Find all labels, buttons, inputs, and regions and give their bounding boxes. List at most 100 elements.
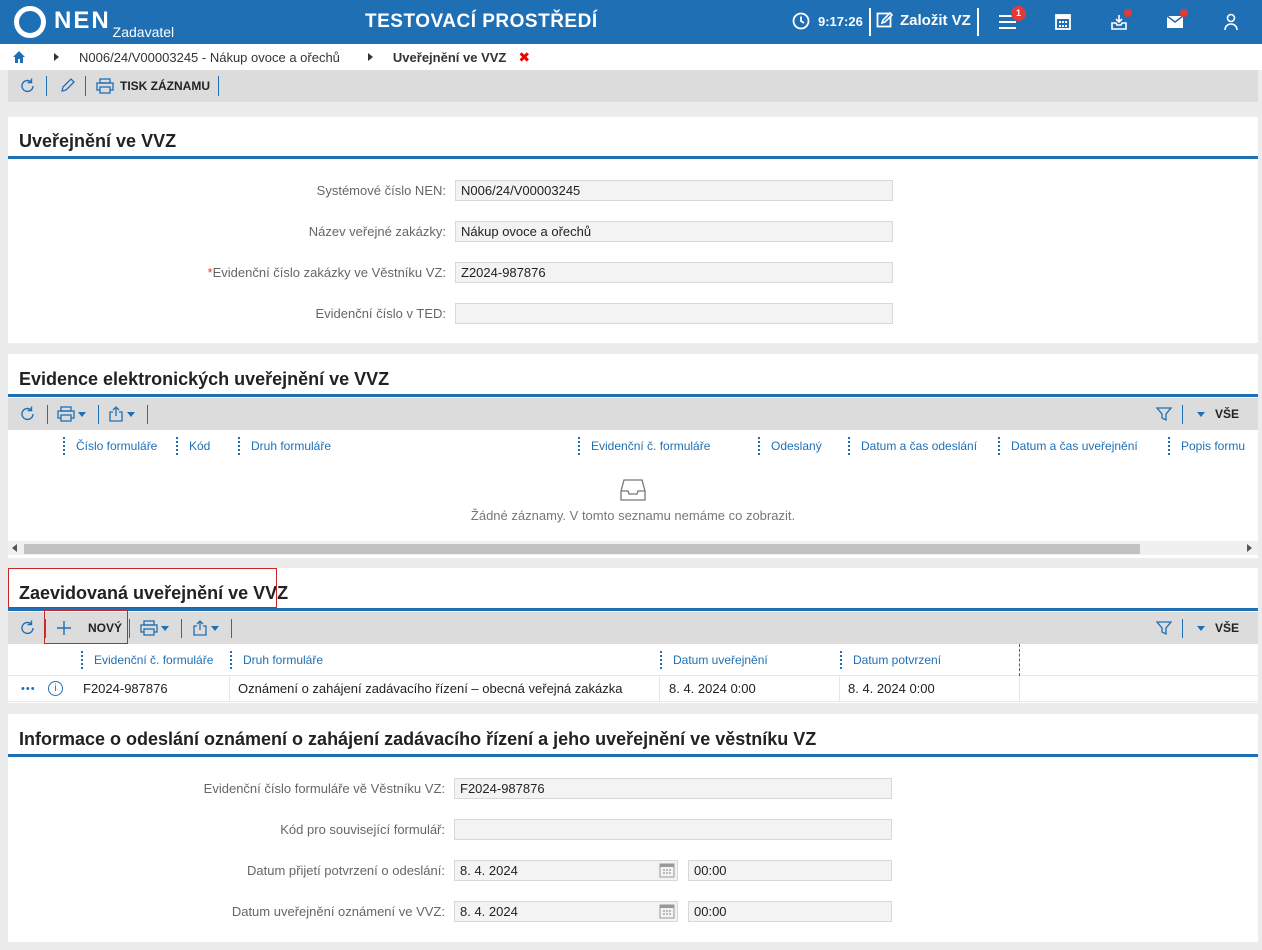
table-header: Číslo formuláře Kód Druh formuláře Evide… bbox=[8, 430, 1258, 462]
mail-icon bbox=[1166, 15, 1184, 28]
horizontal-scrollbar[interactable] bbox=[8, 541, 1258, 555]
breadcrumb-current: Uveřejnění ve VVZ bbox=[392, 49, 507, 65]
notice-info-panel: Informace o odeslání oznámení o zahájení… bbox=[8, 714, 1258, 942]
edit-button[interactable] bbox=[57, 76, 77, 96]
print-list-dropdown[interactable] bbox=[57, 404, 86, 424]
row-actions-button[interactable]: ••• bbox=[21, 676, 36, 702]
receipt-time-field[interactable]: 00:00 bbox=[688, 860, 892, 881]
filter-icon bbox=[1156, 407, 1172, 422]
user-button[interactable] bbox=[1219, 10, 1243, 34]
form-type-cell: Oznámení o zahájení zadávacího řízení – … bbox=[238, 681, 623, 696]
nen-logo[interactable]: NEN Zadavatel bbox=[14, 6, 174, 40]
toolbar-divider bbox=[98, 405, 99, 424]
scrollbar-thumb[interactable] bbox=[24, 544, 1140, 554]
printer-icon bbox=[57, 406, 75, 422]
breadcrumb-procurement-link[interactable]: N006/24/V00003245 - Nákup ovoce a ořechů bbox=[79, 50, 340, 65]
section-title: Informace o odeslání oznámení o zahájení… bbox=[19, 729, 817, 749]
mail-button[interactable] bbox=[1163, 9, 1188, 34]
form-row: Evidenční číslo formuláře vě Věstníku VZ… bbox=[8, 778, 1258, 800]
filter-button[interactable] bbox=[1156, 404, 1172, 424]
table-header: Evidenční č. formuláře Druh formuláře Da… bbox=[8, 644, 1258, 676]
column-grip-icon bbox=[758, 437, 761, 455]
column-grip-icon bbox=[998, 437, 1001, 455]
pencil-icon bbox=[61, 78, 75, 92]
list-toolbar: NOVÝ VŠE bbox=[8, 610, 1258, 644]
column-header[interactable]: Datum a čas odeslání bbox=[848, 430, 996, 462]
print-record-button[interactable]: TISK ZÁZNAMU bbox=[96, 76, 210, 96]
printer-icon bbox=[140, 620, 158, 636]
refresh-list-button[interactable] bbox=[19, 404, 37, 424]
column-header[interactable]: Druh formuláře bbox=[238, 430, 576, 462]
filter-all-dropdown[interactable]: VŠE bbox=[1197, 404, 1239, 424]
column-header[interactable]: Číslo formuláře bbox=[63, 430, 173, 462]
breadcrumb-chevron-icon bbox=[54, 53, 59, 61]
toolbar-divider bbox=[1182, 405, 1183, 424]
publication-time-field[interactable]: 00:00 bbox=[688, 901, 892, 922]
export-list-dropdown[interactable] bbox=[108, 404, 135, 424]
cell-divider bbox=[839, 676, 840, 702]
scroll-left-icon[interactable] bbox=[12, 544, 17, 552]
calendar-icon[interactable] bbox=[659, 862, 675, 878]
printer-icon bbox=[96, 78, 114, 94]
field-label-text: Evidenční číslo zakázky ve Věstníku VZ: bbox=[212, 265, 446, 280]
toolbar-divider bbox=[218, 76, 219, 96]
vvz-contract-number-field[interactable]: Z2024-987876 bbox=[455, 262, 893, 283]
receipt-date-field[interactable]: 8. 4. 2024 bbox=[454, 860, 678, 881]
related-form-code-field[interactable] bbox=[454, 819, 892, 840]
filter-all-label: VŠE bbox=[1215, 407, 1240, 421]
inbox-button[interactable] bbox=[1107, 9, 1132, 34]
logo-text: NEN bbox=[54, 7, 111, 34]
column-grip-icon bbox=[176, 437, 179, 455]
create-procurement-button[interactable]: Založit VZ bbox=[876, 11, 971, 29]
column-grip-icon bbox=[63, 437, 66, 455]
toolbar-divider bbox=[85, 76, 86, 96]
filter-all-dropdown[interactable]: VŠE bbox=[1197, 618, 1239, 638]
calendar-icon[interactable] bbox=[659, 903, 675, 919]
field-label: Evidenční číslo v TED: bbox=[315, 306, 446, 321]
export-list-dropdown[interactable] bbox=[192, 618, 219, 638]
filter-icon bbox=[1156, 621, 1172, 636]
column-grip-icon bbox=[578, 437, 581, 455]
column-header[interactable]: Odeslaný bbox=[758, 430, 846, 462]
column-grip-icon bbox=[81, 651, 84, 669]
print-list-dropdown[interactable] bbox=[140, 618, 169, 638]
scroll-right-icon[interactable] bbox=[1247, 544, 1252, 552]
system-number-field[interactable]: N006/24/V00003245 bbox=[455, 180, 893, 201]
field-label: *Evidenční číslo zakázky ve Věstníku VZ: bbox=[208, 265, 446, 280]
column-header[interactable]: Kód bbox=[176, 430, 236, 462]
toolbar-divider bbox=[46, 76, 47, 96]
column-header[interactable]: Popis formu bbox=[1168, 430, 1258, 462]
column-header[interactable]: Datum potvrzení bbox=[840, 644, 1020, 676]
column-header[interactable]: Evidenční č. formuláře bbox=[81, 644, 229, 676]
filter-button[interactable] bbox=[1156, 618, 1172, 638]
toolbar-divider bbox=[47, 405, 48, 424]
home-icon[interactable] bbox=[12, 50, 26, 64]
refresh-list-button[interactable] bbox=[19, 618, 37, 638]
ted-number-field[interactable] bbox=[455, 303, 893, 324]
close-tab-icon[interactable]: ✖ bbox=[518, 49, 530, 66]
breadcrumb: N006/24/V00003245 - Nákup ovoce a ořechů… bbox=[0, 44, 1262, 70]
confirmed-date-cell: 8. 4. 2024 0:00 bbox=[848, 681, 935, 696]
list-toolbar: VŠE bbox=[8, 398, 1258, 430]
menu-button[interactable]: 1 bbox=[996, 6, 1026, 34]
column-label: Popis formu bbox=[1181, 439, 1246, 453]
publication-date-field[interactable]: 8. 4. 2024 bbox=[454, 901, 678, 922]
column-header[interactable]: Datum a čas uveřejnění bbox=[998, 430, 1166, 462]
nen-logo-mark bbox=[14, 6, 46, 38]
column-label: Datum potvrzení bbox=[853, 653, 942, 667]
record-toolbar: TISK ZÁZNAMU bbox=[8, 70, 1258, 102]
form-row: *Evidenční číslo zakázky ve Věstníku VZ:… bbox=[8, 262, 1258, 284]
field-label: Název veřejné zakázky: bbox=[308, 224, 446, 239]
column-header[interactable]: Datum uveřejnění bbox=[660, 644, 838, 676]
calculator-button[interactable] bbox=[1051, 10, 1075, 34]
column-header[interactable]: Druh formuláře bbox=[230, 644, 658, 676]
top-bar: NEN Zadavatel TESTOVACÍ PROSTŘEDÍ 9:17:2… bbox=[0, 0, 1262, 44]
info-icon[interactable]: i bbox=[48, 681, 63, 696]
column-grip-icon bbox=[848, 437, 851, 455]
column-header[interactable]: Evidenční č. formuláře bbox=[578, 430, 756, 462]
vvz-form-number-field[interactable]: F2024-987876 bbox=[454, 778, 892, 799]
table-row[interactable]: ••• i F2024-987876 Oznámení o zahájení z… bbox=[8, 676, 1258, 702]
contract-name-field[interactable]: Nákup ovoce a ořechů bbox=[455, 221, 893, 242]
column-divider bbox=[1019, 644, 1020, 676]
refresh-button[interactable] bbox=[18, 76, 38, 96]
